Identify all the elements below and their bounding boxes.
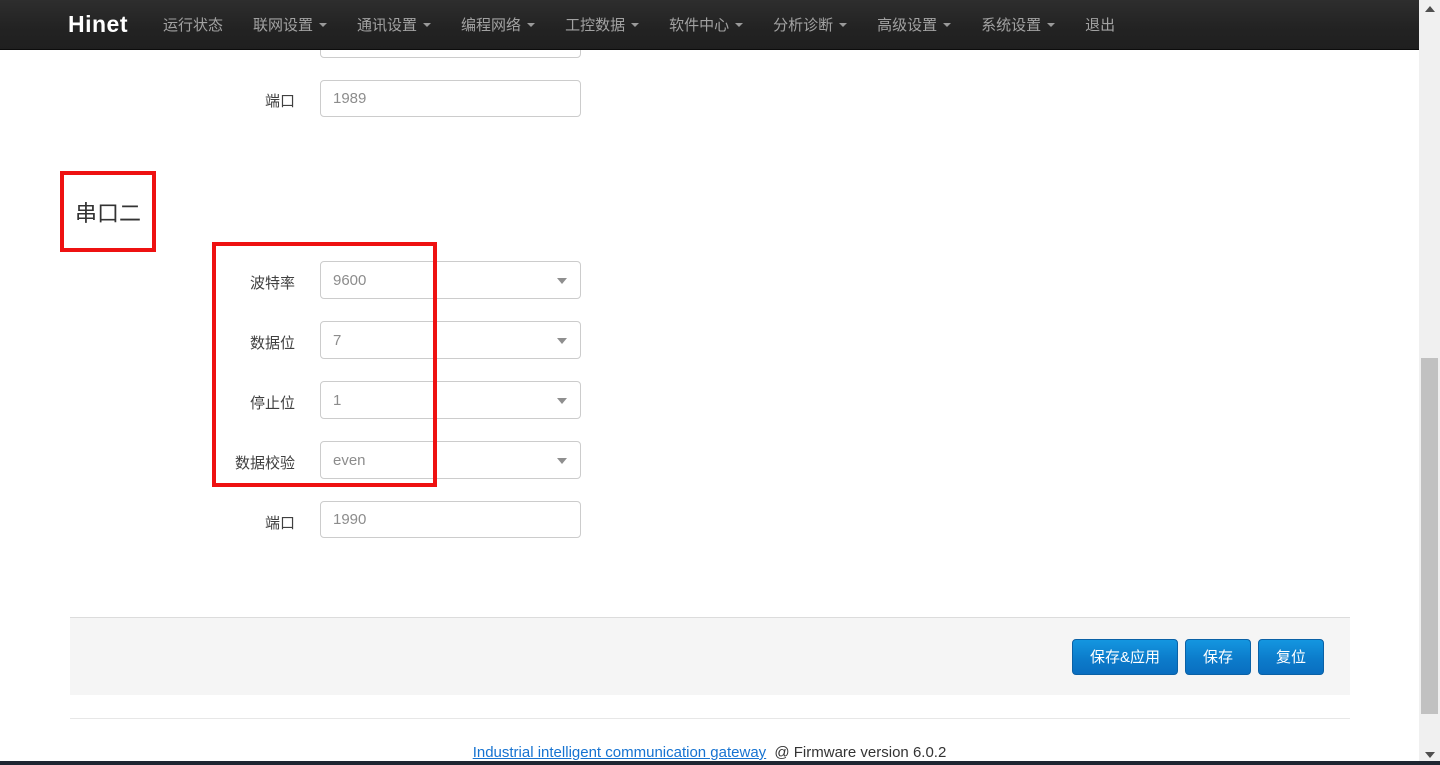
gateway-footer-link[interactable]: Industrial intelligent communication gat…	[473, 744, 767, 761]
menu-item-analysis-diagnosis[interactable]: 分析诊断	[758, 0, 862, 49]
menu-item-comm-settings[interactable]: 通讯设置	[342, 0, 446, 49]
navbar: Hinet 运行状态 联网设置 通讯设置 编程网络 工控数据 软件中心 分析诊断…	[0, 0, 1419, 50]
menu-item-system-settings[interactable]: 系统设置	[966, 0, 1070, 49]
menu-item-programming-network[interactable]: 编程网络	[446, 0, 550, 49]
firmware-version-text: @ Firmware version 6.0.2	[774, 744, 946, 761]
menu-item-advanced-settings[interactable]: 高级设置	[862, 0, 966, 49]
menu-item-running-status[interactable]: 运行状态	[148, 0, 238, 49]
main-menu: 运行状态 联网设置 通讯设置 编程网络 工控数据 软件中心 分析诊断 高级设置 …	[148, 0, 1130, 49]
dropdown-caret-icon	[557, 458, 567, 464]
dropdown-caret-icon	[557, 278, 567, 284]
annotation-box-section-title: 串口二	[60, 171, 156, 252]
port1-input[interactable]	[320, 80, 581, 117]
menu-item-network-settings[interactable]: 联网设置	[238, 0, 342, 49]
port1-label: 端口	[60, 90, 295, 111]
caret-down-icon	[839, 23, 847, 27]
arrow-down-icon	[1425, 752, 1435, 758]
page: Hinet 运行状态 联网设置 通讯设置 编程网络 工控数据 软件中心 分析诊断…	[0, 0, 1440, 765]
data-bits-select[interactable]: 7	[320, 321, 581, 359]
parity-select[interactable]: even	[320, 441, 581, 479]
footer-text: Industrial intelligent communication gat…	[0, 744, 1419, 761]
footer-divider	[70, 718, 1350, 719]
scroll-up-button[interactable]	[1419, 0, 1440, 17]
stop-bits-label: 停止位	[60, 392, 295, 413]
scrollbar[interactable]	[1419, 0, 1440, 765]
data-bits-label: 数据位	[60, 332, 295, 353]
caret-down-icon	[631, 23, 639, 27]
section-title-serial2: 串口二	[75, 196, 141, 228]
stop-bits-select[interactable]: 1	[320, 381, 581, 419]
dropdown-caret-icon	[557, 338, 567, 344]
caret-down-icon	[943, 23, 951, 27]
scrollbar-thumb[interactable]	[1421, 358, 1438, 714]
caret-down-icon	[735, 23, 743, 27]
menu-item-industrial-data[interactable]: 工控数据	[550, 0, 654, 49]
port2-input[interactable]	[320, 501, 581, 538]
action-bar: 保存&应用 保存 复位	[70, 617, 1350, 695]
caret-down-icon	[423, 23, 431, 27]
arrow-up-icon	[1425, 6, 1435, 12]
caret-down-icon	[527, 23, 535, 27]
caret-down-icon	[1047, 23, 1055, 27]
reset-button[interactable]: 复位	[1258, 639, 1324, 675]
save-button[interactable]: 保存	[1185, 639, 1251, 675]
dropdown-caret-icon	[557, 398, 567, 404]
menu-item-software-center[interactable]: 软件中心	[654, 0, 758, 49]
baud-rate-label: 波特率	[60, 272, 295, 293]
caret-down-icon	[319, 23, 327, 27]
parity-label: 数据校验	[60, 452, 295, 473]
save-apply-button[interactable]: 保存&应用	[1072, 639, 1178, 675]
port2-label: 端口	[60, 512, 295, 533]
baud-rate-select[interactable]: 9600	[320, 261, 581, 299]
brand-logo[interactable]: Hinet	[68, 11, 128, 38]
menu-item-logout[interactable]: 退出	[1070, 0, 1130, 49]
screen-bottom-edge	[0, 761, 1440, 765]
